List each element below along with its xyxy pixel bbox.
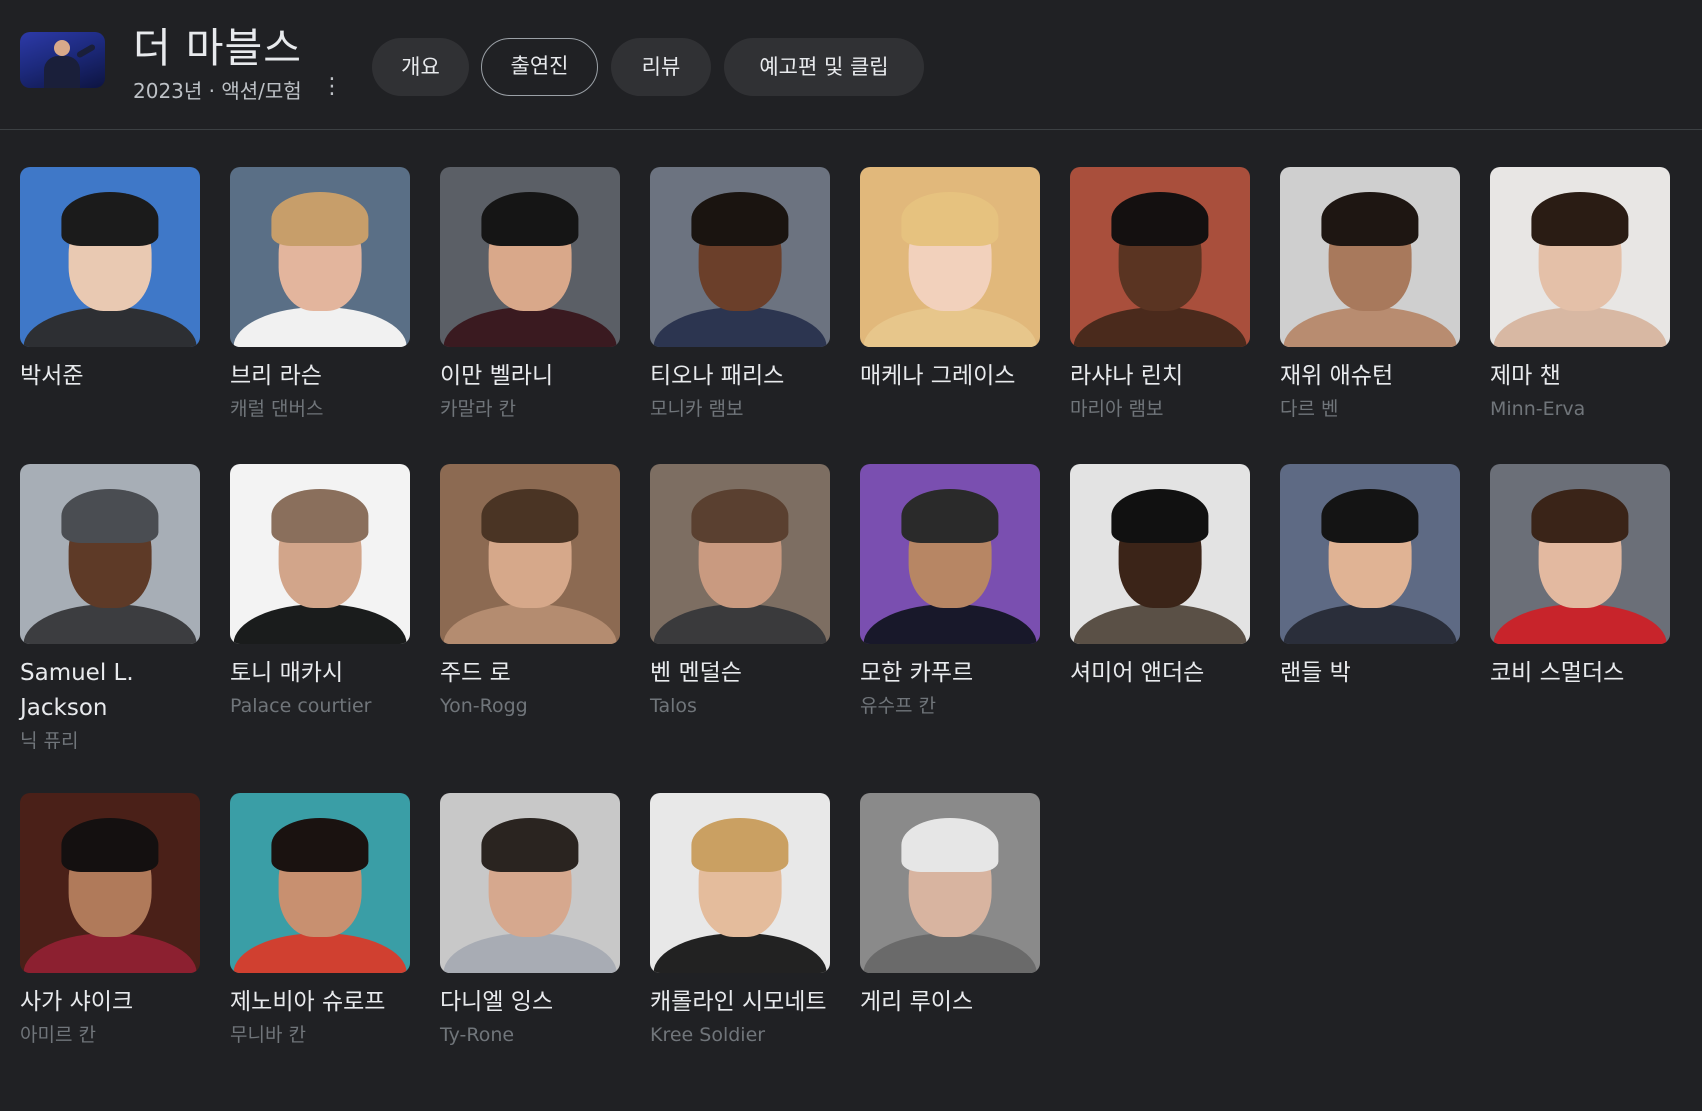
cast-photo[interactable] xyxy=(440,793,620,973)
cast-photo[interactable] xyxy=(230,464,410,644)
cast-member-card[interactable]: 주드 로 Yon-Rogg xyxy=(440,464,622,721)
cast-role: Yon-Rogg xyxy=(440,695,528,717)
movie-header: 더 마블스 2023년 · 액션/모험 ⋮ 개요 출연진 리뷰 예고편 및 클립 xyxy=(0,0,1702,130)
cast-role: 무니바 칸 xyxy=(230,1024,306,1046)
cast-role: Minn-Erva xyxy=(1490,398,1586,420)
cast-role: 카말라 칸 xyxy=(440,398,516,420)
cast-name[interactable]: 이만 벨라니 xyxy=(440,359,622,394)
cast-role: 유수프 칸 xyxy=(860,695,936,717)
movie-title[interactable]: 더 마블스 xyxy=(133,14,302,74)
cast-member-card[interactable]: 셔미어 앤더슨 xyxy=(1070,464,1252,691)
cast-role: Palace courtier xyxy=(230,695,372,717)
cast-member-card[interactable]: 사가 샤이크아미르 칸 xyxy=(20,793,202,1050)
cast-member-card[interactable]: 브리 라슨캐럴 댄버스 xyxy=(230,167,412,424)
cast-member-card[interactable]: 캐롤라인 시모네트 Kree Soldier xyxy=(650,793,832,1050)
cast-role: Talos xyxy=(650,695,697,717)
cast-photo[interactable] xyxy=(650,464,830,644)
cast-photo[interactable] xyxy=(650,167,830,347)
cast-member-card[interactable]: Samuel L. Jackson 닉 퓨리 xyxy=(20,464,202,756)
cast-name[interactable]: 랜들 박 xyxy=(1280,656,1462,691)
cast-role: 다르 벤 xyxy=(1280,398,1339,420)
cast-photo[interactable] xyxy=(230,793,410,973)
cast-photo[interactable] xyxy=(440,464,620,644)
cast-photo[interactable] xyxy=(20,793,200,973)
cast-photo[interactable] xyxy=(860,793,1040,973)
cast-name[interactable]: 박서준 xyxy=(20,359,202,394)
cast-member-card[interactable]: 게리 루이스 xyxy=(860,793,1042,1020)
cast-photo[interactable] xyxy=(20,464,200,644)
cast-member-card[interactable]: 라샤나 린치마리아 램보 xyxy=(1070,167,1252,424)
cast-name[interactable]: 모한 카푸르 xyxy=(860,656,1042,691)
cast-name[interactable]: 매케나 그레이스 xyxy=(860,359,1042,394)
cast-role: Kree Soldier xyxy=(650,1024,766,1046)
cast-name[interactable]: 사가 샤이크 xyxy=(20,985,202,1020)
cast-role: 아미르 칸 xyxy=(20,1024,96,1046)
cast-name[interactable]: 코비 스멀더스 xyxy=(1490,656,1672,691)
cast-role: Ty-Rone xyxy=(440,1024,515,1046)
cast-name[interactable]: 캐롤라인 시모네트 xyxy=(650,985,832,1020)
cast-member-card[interactable]: 제노비아 슈로프무니바 칸 xyxy=(230,793,412,1050)
cast-photo[interactable] xyxy=(1280,464,1460,644)
cast-photo[interactable] xyxy=(1490,464,1670,644)
cast-member-card[interactable]: 벤 멘덜슨 Talos xyxy=(650,464,832,721)
cast-photo[interactable] xyxy=(1070,464,1250,644)
cast-name[interactable]: 셔미어 앤더슨 xyxy=(1070,656,1252,691)
cast-member-card[interactable]: 재위 애슈턴다르 벤 xyxy=(1280,167,1462,424)
cast-name[interactable]: Samuel L. Jackson xyxy=(20,656,202,726)
cast-member-card[interactable]: 제마 챈 Minn-Erva xyxy=(1490,167,1672,424)
tab-cast[interactable]: 출연진 xyxy=(481,38,598,96)
cast-member-card[interactable]: 코비 스멀더스 xyxy=(1490,464,1672,691)
cast-role: 캐럴 댄버스 xyxy=(230,398,324,420)
cast-member-card[interactable]: 티오나 패리스모니카 램보 xyxy=(650,167,832,424)
cast-member-card[interactable]: 토니 매카시 Palace courtier xyxy=(230,464,412,721)
cast-name[interactable]: 게리 루이스 xyxy=(860,985,1042,1020)
cast-name[interactable]: 라샤나 린치 xyxy=(1070,359,1252,394)
tab-reviews[interactable]: 리뷰 xyxy=(611,38,711,96)
cast-photo[interactable] xyxy=(440,167,620,347)
cast-photo[interactable] xyxy=(1490,167,1670,347)
cast-photo[interactable] xyxy=(860,167,1040,347)
cast-name[interactable]: 티오나 패리스 xyxy=(650,359,832,394)
cast-name[interactable]: 주드 로 xyxy=(440,656,622,691)
movie-subtitle: 2023년 · 액션/모험 xyxy=(133,79,302,103)
cast-member-card[interactable]: 랜들 박 xyxy=(1280,464,1462,691)
tab-overview[interactable]: 개요 xyxy=(372,38,469,96)
cast-role: 모니카 램보 xyxy=(650,398,744,420)
cast-member-card[interactable]: 다니엘 잉스 Ty-Rone xyxy=(440,793,622,1050)
cast-name[interactable]: 제마 챈 xyxy=(1490,359,1672,394)
tab-trailers-clips[interactable]: 예고편 및 클립 xyxy=(724,38,924,96)
cast-photo[interactable] xyxy=(230,167,410,347)
cast-photo[interactable] xyxy=(650,793,830,973)
cast-name[interactable]: 벤 멘덜슨 xyxy=(650,656,832,691)
cast-photo[interactable] xyxy=(1280,167,1460,347)
cast-name[interactable]: 제노비아 슈로프 xyxy=(230,985,412,1020)
movie-poster-thumbnail[interactable] xyxy=(20,32,105,88)
cast-member-card[interactable]: 박서준 xyxy=(20,167,202,394)
cast-photo[interactable] xyxy=(1070,167,1250,347)
cast-photo[interactable] xyxy=(860,464,1040,644)
cast-name[interactable]: 재위 애슈턴 xyxy=(1280,359,1462,394)
cast-name[interactable]: 다니엘 잉스 xyxy=(440,985,622,1020)
cast-photo[interactable] xyxy=(20,167,200,347)
cast-member-card[interactable]: 매케나 그레이스 xyxy=(860,167,1042,394)
cast-name[interactable]: 브리 라슨 xyxy=(230,359,412,394)
more-options-icon[interactable]: ⋮ xyxy=(320,72,344,102)
cast-role: 닉 퓨리 xyxy=(20,730,79,752)
cast-member-card[interactable]: 모한 카푸르유수프 칸 xyxy=(860,464,1042,721)
cast-name[interactable]: 토니 매카시 xyxy=(230,656,412,691)
cast-member-card[interactable]: 이만 벨라니카말라 칸 xyxy=(440,167,622,424)
cast-role: 마리아 램보 xyxy=(1070,398,1164,420)
